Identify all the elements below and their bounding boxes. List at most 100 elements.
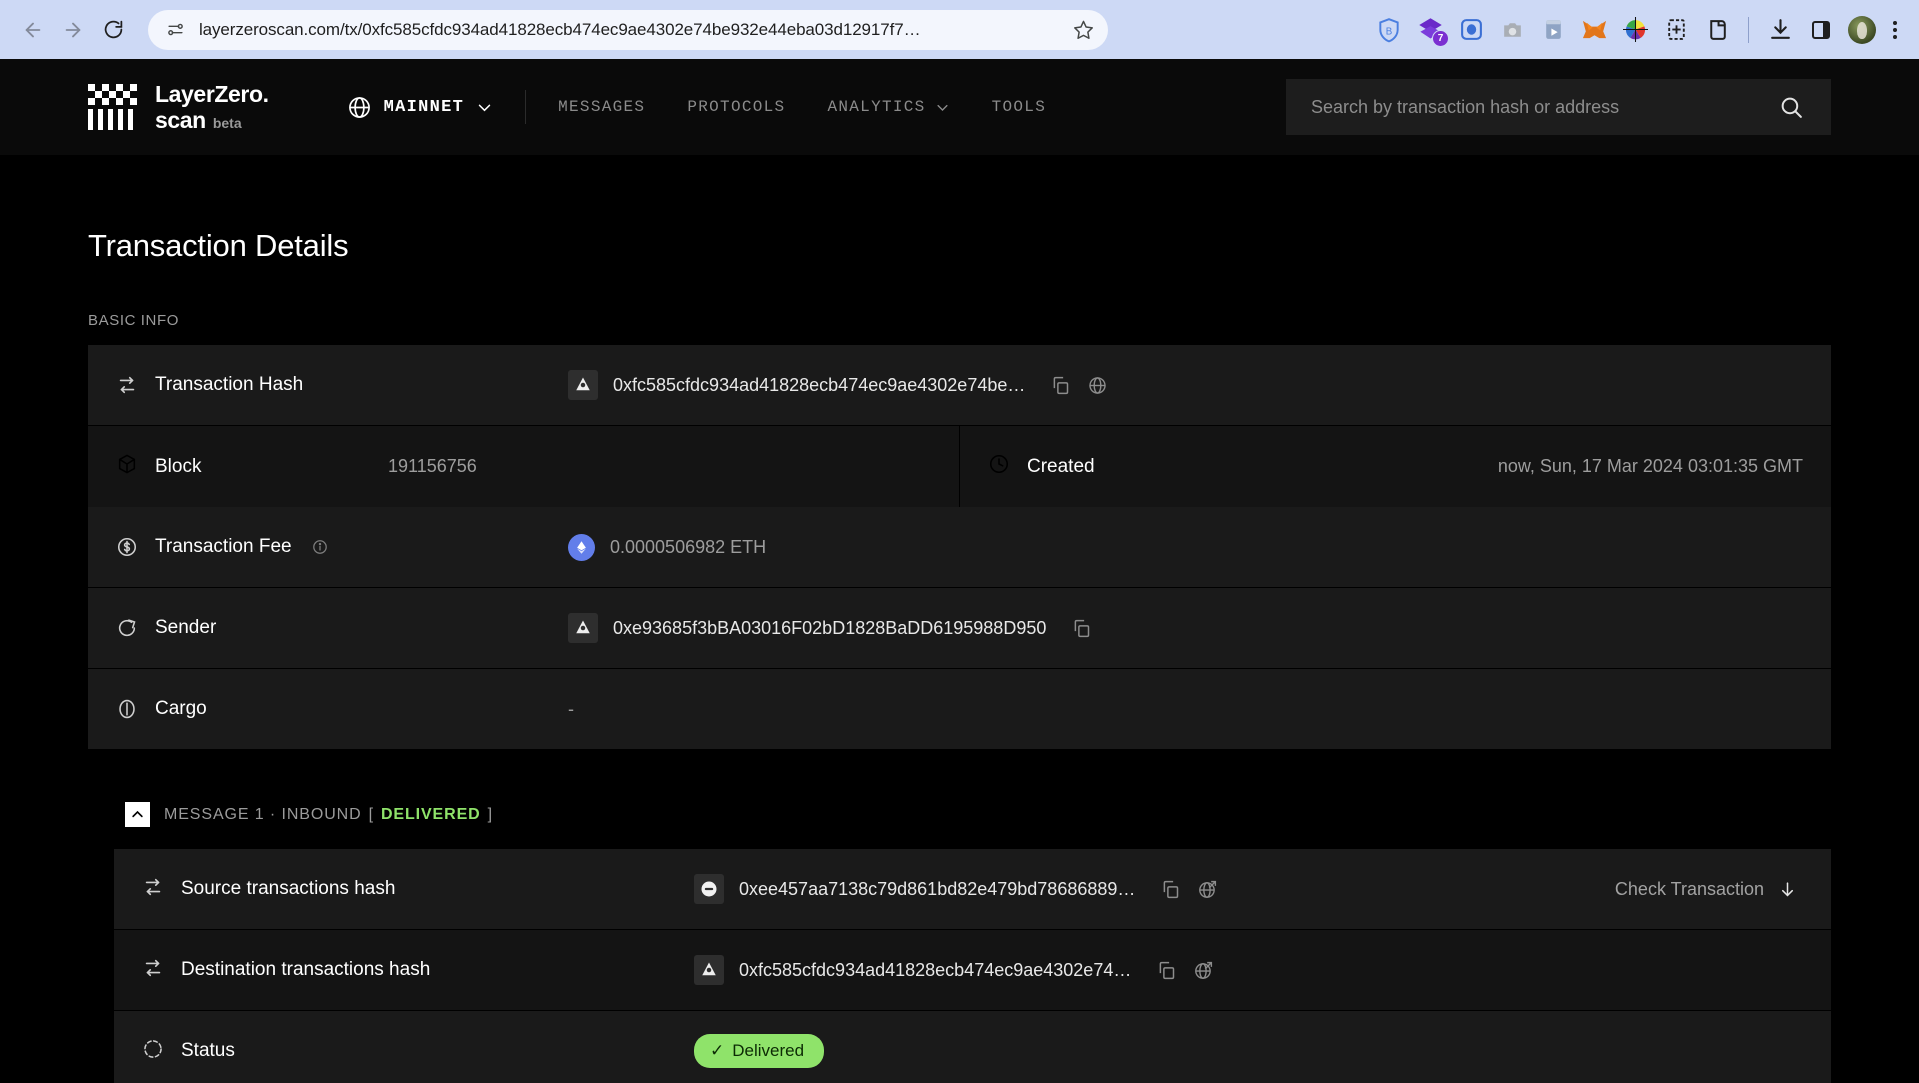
source-chain-icon: [694, 874, 724, 904]
address-bar[interactable]: layerzeroscan.com/tx/0xfc585cfdc934ad418…: [148, 9, 1108, 50]
network-selector[interactable]: MAINNET: [347, 95, 494, 120]
created-value: now, Sun, 17 Mar 2024 03:01:35 GMT: [1497, 456, 1803, 476]
rounded-square-icon: [1460, 19, 1482, 40]
nav-label: PROTOCOLS: [687, 98, 786, 116]
site-settings-icon[interactable]: [166, 20, 185, 39]
back-button[interactable]: [14, 11, 52, 49]
bracket-close: ]: [487, 805, 493, 823]
site-header: LayerZero. scan beta MAINNET MESSAGES PR…: [0, 59, 1919, 155]
sender-value[interactable]: 0xe93685f3bBA03016F02bD1828BaDD6195988D9…: [613, 618, 1046, 639]
star-icon[interactable]: [1073, 19, 1094, 40]
block-value[interactable]: 191156756: [388, 456, 477, 477]
arrow-down-icon: [1781, 881, 1794, 897]
block-cell: Block 191156756: [88, 426, 959, 507]
table-row-block-created: Block 191156756 Created now, Sun, 17 Mar…: [88, 426, 1831, 507]
status-badge: ✓ Delivered: [694, 1034, 825, 1068]
video-extension-icon[interactable]: [1539, 16, 1567, 44]
metamask-extension-icon[interactable]: [1580, 16, 1608, 44]
bracket-open: [: [368, 805, 374, 823]
destination-hash-value[interactable]: 0xfc585cfdc934ad41828ecb474ec9ae4302e74…: [739, 960, 1131, 981]
forward-button[interactable]: [54, 11, 92, 49]
collapse-toggle-button[interactable]: [125, 802, 150, 827]
transfer-arrows-icon: [142, 957, 164, 984]
external-link-icon[interactable]: [1197, 879, 1218, 900]
created-cell: Created now, Sun, 17 Mar 2024 03:01:35 G…: [959, 426, 1831, 507]
reload-button[interactable]: [94, 11, 132, 49]
created-value-cell: now, Sun, 17 Mar 2024 03:01:35 GMT: [1260, 456, 1831, 477]
row-value-cell: 0xee457aa7138c79d861bd82e479bd78686889… …: [694, 874, 1831, 904]
copy-icon[interactable]: [1071, 618, 1092, 639]
transaction-hash-value[interactable]: 0xfc585cfdc934ad41828ecb474ec9ae4302e74b…: [613, 375, 1025, 396]
message-title: MESSAGE 1 · INBOUND [ DELIVERED ]: [164, 806, 493, 824]
toolbar-divider: [1748, 16, 1749, 43]
extension-badge-count: 7: [1432, 29, 1449, 47]
bitwarden-extension-icon[interactable]: B: [1375, 16, 1403, 44]
transfer-arrows-icon: [142, 876, 164, 903]
nav-item-messages[interactable]: MESSAGES: [558, 98, 645, 116]
nav-label: MESSAGES: [558, 98, 646, 116]
copy-icon[interactable]: [1050, 375, 1071, 396]
extensions-tray: B 7: [1375, 15, 1905, 47]
kebab-menu-icon[interactable]: [1889, 20, 1901, 39]
table-row-source-hash: Source transactions hash 0xee457aa7138c7…: [114, 849, 1831, 930]
nav-item-analytics[interactable]: ANALYTICS: [827, 98, 949, 116]
capture-icon: [1667, 19, 1685, 40]
row-label-cell: Transaction Hash: [88, 345, 568, 425]
sliders-icon: [168, 23, 183, 36]
back-arrow-icon: [25, 22, 41, 37]
color-picker-extension-icon[interactable]: [1621, 16, 1649, 44]
url-text: layerzeroscan.com/tx/0xfc585cfdc934ad418…: [199, 19, 921, 39]
site-logo[interactable]: LayerZero. scan beta: [88, 82, 269, 132]
globe-link-icon[interactable]: [1087, 375, 1108, 396]
reload-icon: [104, 20, 122, 39]
nav-item-tools[interactable]: TOOLS: [992, 98, 1047, 116]
message-header: MESSAGE 1 · INBOUND [ DELIVERED ]: [88, 802, 1831, 827]
camera-extension-icon[interactable]: [1498, 16, 1526, 44]
row-label: Created: [1027, 455, 1095, 477]
message-status-text: DELIVERED: [380, 805, 481, 823]
shield-icon: B: [1379, 17, 1399, 42]
row-label: Source transactions hash: [181, 878, 396, 899]
forward-arrow-icon: [65, 22, 81, 37]
status-badge-label: Delivered: [732, 1041, 805, 1060]
cube-icon: [116, 453, 138, 480]
screenshot-extension-icon[interactable]: [1662, 16, 1690, 44]
message-title-text: MESSAGE 1 · INBOUND: [164, 805, 362, 823]
chevron-up-icon: [132, 810, 143, 818]
browser-toolbar: layerzeroscan.com/tx/0xfc585cfdc934ad418…: [0, 0, 1919, 59]
info-icon[interactable]: [312, 539, 328, 555]
external-link-icon[interactable]: [1193, 960, 1214, 981]
row-label: Cargo: [155, 698, 207, 719]
rabby-wallet-extension-icon[interactable]: 7: [1416, 16, 1449, 47]
cargo-value: -: [568, 698, 574, 719]
ethereum-token-icon: [568, 533, 595, 561]
play-box-icon: [1545, 20, 1561, 39]
row-value-cell: -: [568, 669, 1831, 749]
row-label: Block: [155, 455, 202, 477]
nav-item-protocols[interactable]: PROTOCOLS: [687, 98, 785, 116]
arbitrum-chain-icon: [568, 613, 598, 643]
check-transaction-button[interactable]: Check Transaction: [1615, 879, 1797, 900]
keplr-wallet-extension-icon[interactable]: [1703, 16, 1731, 44]
table-row-sender: Sender 0xe93685f3bBA03016F02bD1828BaDD61…: [88, 588, 1831, 669]
copy-icon[interactable]: [1160, 879, 1181, 900]
search-bar[interactable]: [1286, 79, 1831, 135]
logo-beta-tag: beta: [212, 114, 242, 131]
source-hash-value[interactable]: 0xee457aa7138c79d861bd82e479bd78686889…: [739, 879, 1135, 900]
wallet-icon: [1709, 20, 1726, 40]
copy-icon[interactable]: [1156, 960, 1177, 981]
header-divider: [525, 90, 527, 124]
check-transaction-label: Check Transaction: [1614, 878, 1764, 899]
sender-icon: [116, 617, 138, 639]
side-panel-button[interactable]: [1807, 16, 1835, 44]
message-table: Source transactions hash 0xee457aa7138c7…: [114, 849, 1831, 1083]
downloads-button[interactable]: [1766, 16, 1794, 44]
basic-info-label: BASIC INFO: [88, 312, 180, 329]
search-icon[interactable]: [1779, 95, 1804, 120]
row-label-cell: Block: [88, 453, 388, 480]
chevron-down-icon: [937, 104, 948, 111]
profile-avatar[interactable]: [1848, 15, 1876, 44]
fox-icon: [1582, 20, 1606, 39]
phantom-wallet-extension-icon[interactable]: [1457, 16, 1485, 44]
search-input[interactable]: [1311, 96, 1779, 118]
